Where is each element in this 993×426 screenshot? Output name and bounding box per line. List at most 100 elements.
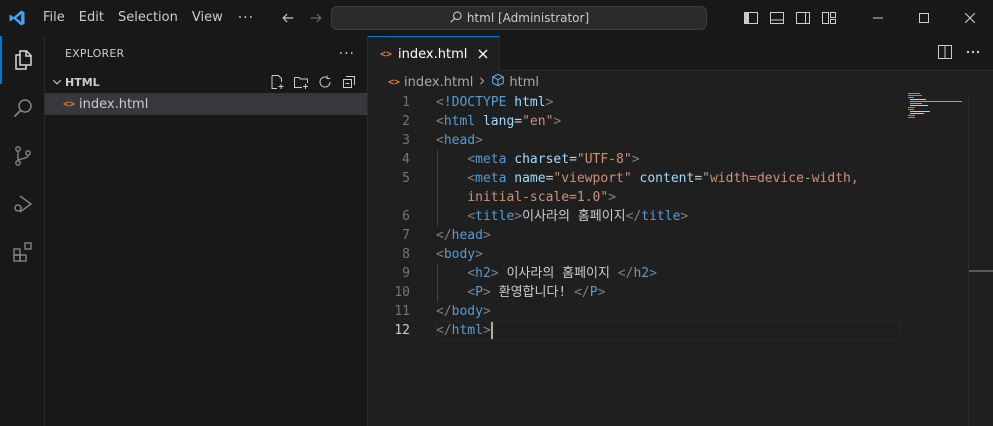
code-token: > (482, 304, 491, 319)
code-text: <!DOCTYPE html> (410, 93, 553, 112)
code-token: > (482, 228, 491, 243)
code-line[interactable]: 1 <!DOCTYPE html> (368, 93, 993, 112)
new-file-icon[interactable] (267, 72, 287, 92)
menu-more-button[interactable]: ··· (230, 10, 262, 26)
folder-header[interactable]: HTML (45, 71, 367, 93)
extensions-activity-icon[interactable] (0, 228, 45, 276)
cube-symbol-icon (491, 73, 505, 91)
code-line[interactable]: 5 <meta name="viewport" content="width=d… (368, 169, 993, 188)
code-token: > (475, 247, 483, 262)
chevron-right-icon (477, 75, 487, 89)
code-token: > (649, 266, 657, 281)
code-token: 환영합니다! (490, 285, 575, 300)
line-number: 2 (402, 114, 410, 129)
forward-arrow-icon[interactable] (308, 10, 324, 26)
code-line[interactable]: 4 <meta charset="UTF-8"> (368, 150, 993, 169)
menu-edit[interactable]: Edit (72, 0, 111, 36)
html-file-icon: <> (62, 98, 76, 110)
close-icon[interactable] (475, 46, 491, 62)
code-line[interactable]: 7 </head> (368, 226, 993, 245)
code-token: charset (514, 152, 570, 167)
code-token: meta (475, 171, 507, 186)
vscode-logo-icon (2, 0, 32, 36)
code-text: </body> (410, 302, 491, 321)
more-actions-icon[interactable] (965, 44, 981, 64)
code-token: < (467, 152, 476, 167)
code-token: > (631, 152, 640, 167)
toggle-primary-sidebar-icon[interactable] (742, 9, 760, 27)
code-token: > (680, 209, 689, 224)
command-center-label: html [Administrator] (466, 11, 590, 25)
menu-selection[interactable]: Selection (111, 0, 185, 36)
code-line[interactable]: 11 </body> (368, 302, 993, 321)
tab-label: index.html (398, 46, 468, 62)
code-token: body (451, 304, 483, 319)
html-file-icon: <> (388, 76, 401, 88)
line-number: 7 (402, 228, 410, 243)
minimize-icon[interactable] (855, 0, 901, 36)
back-arrow-icon[interactable] (280, 10, 296, 26)
toggle-secondary-sidebar-icon[interactable] (794, 9, 812, 27)
code-token: html (514, 95, 546, 110)
line-number: 11 (394, 304, 410, 319)
code-line[interactable]: 3 <head> (368, 131, 993, 150)
collapse-all-icon[interactable] (339, 72, 359, 92)
menu-view[interactable]: View (185, 0, 230, 36)
code-line[interactable]: initial-scale=1.0"> (368, 188, 993, 207)
code-token: </ (625, 209, 642, 224)
code-token: < (436, 133, 444, 148)
breadcrumb-file[interactable]: index.html (404, 75, 473, 90)
code-line[interactable]: 6 <title>이사라의 홈페이지</title> (368, 207, 993, 226)
run-debug-activity-icon[interactable] (0, 180, 45, 228)
new-folder-icon[interactable] (291, 72, 311, 92)
code-token: < (467, 266, 476, 281)
breadcrumb-symbol[interactable]: html (509, 75, 539, 90)
editor-scrollbar[interactable] (968, 93, 982, 426)
code-text: <meta name="viewport" content="width=dev… (410, 169, 858, 188)
code-token: !DOCTYPE (443, 95, 507, 110)
split-editor-icon[interactable] (937, 44, 953, 64)
code-line[interactable]: 10 <P> 환영합니다! </P> (368, 283, 993, 302)
source-control-activity-icon[interactable] (0, 132, 45, 180)
menu-bar: File Edit Selection View ··· (36, 0, 262, 36)
menu-file[interactable]: File (36, 0, 72, 36)
close-window-icon[interactable] (947, 0, 993, 36)
code-token: content (639, 171, 695, 186)
code-text: <meta charset="UTF-8"> (410, 150, 640, 169)
code-text: <P> 환영합니다! </P> (410, 283, 605, 302)
refresh-icon[interactable] (315, 72, 335, 92)
code-line[interactable]: 2 <html lang="en"> (368, 112, 993, 131)
line-number: 9 (402, 266, 410, 281)
code-editor[interactable]: 1 <!DOCTYPE html> 2 <html lang="en"> 3 <head>… (368, 93, 993, 426)
code-line[interactable]: 9 <h2> 이사라의 홈페이지 </h2> (368, 264, 993, 283)
tab-index-html[interactable]: <> index.html (368, 36, 501, 71)
code-token: initial-scale=1.0" (467, 190, 609, 205)
code-line[interactable]: 8 <body> (368, 245, 993, 264)
line-number: 8 (402, 247, 410, 262)
toggle-panel-icon[interactable] (768, 9, 786, 27)
line-number: 12 (394, 323, 410, 338)
code-text: <head> (410, 131, 483, 150)
command-center-search[interactable]: html [Administrator] (331, 6, 707, 30)
activity-bar (0, 36, 45, 426)
code-token: body (443, 247, 476, 262)
tab-bar: <> index.html (368, 36, 993, 71)
file-item-index-html[interactable]: <> index.html (45, 93, 367, 115)
customize-layout-icon[interactable] (820, 9, 838, 27)
code-token: head (443, 133, 476, 148)
line-number: 1 (402, 95, 410, 110)
code-token: "en" (522, 114, 554, 129)
minimap[interactable] (908, 93, 968, 133)
code-token: title (641, 209, 681, 224)
explorer-activity-icon[interactable] (0, 36, 45, 84)
code-token: < (467, 209, 476, 224)
code-token: P (475, 285, 483, 300)
chevron-down-icon (49, 74, 65, 90)
code-token: > (482, 285, 491, 300)
search-activity-icon[interactable] (0, 84, 45, 132)
maximize-icon[interactable] (901, 0, 947, 36)
breadcrumb: <> index.html html (368, 71, 993, 93)
sidebar-more-button[interactable]: ··· (339, 46, 355, 62)
indent-guide (437, 150, 438, 226)
